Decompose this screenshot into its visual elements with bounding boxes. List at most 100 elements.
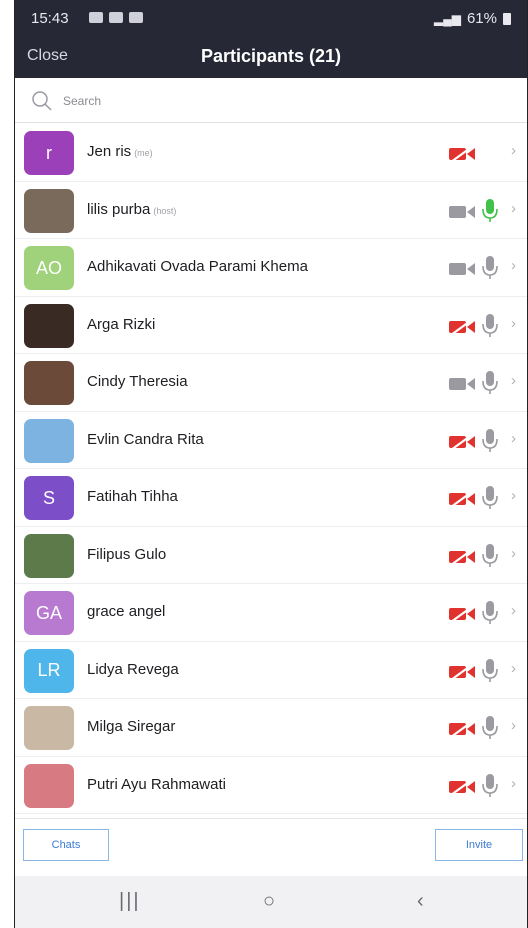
chevron-right-icon[interactable]: › [511, 257, 516, 274]
recent-apps-icon[interactable]: ||| [119, 890, 141, 913]
participant-row[interactable]: Putri Ayu Rahmawati › [15, 757, 527, 814]
video-icon [449, 263, 475, 275]
participant-name: grace angel [87, 603, 166, 620]
participant-role-tag: (host) [153, 205, 177, 216]
participant-name: lilis purba [87, 200, 151, 218]
app-frame: 15:43 ▂▄▆ 61% Close Participants (21) Se… [14, 0, 528, 928]
page-title: Participants (21) [200, 46, 342, 66]
video-off-icon [449, 605, 475, 623]
video-off-icon [449, 777, 475, 796]
participant-list: r Jen ris (me) › lilis purba (host) › AO Adhikav… [15, 124, 527, 814]
microphone-muted-icon [482, 428, 498, 452]
battery-icon [503, 12, 511, 25]
participant-row[interactable]: LR Lidya Revega › [15, 642, 527, 699]
avatar: r [24, 131, 74, 175]
avatar [24, 303, 74, 348]
participant-name: Evlin Candra Rita [87, 430, 204, 448]
chevron-right-icon[interactable]: › [511, 372, 516, 389]
back-icon[interactable]: ‹ [417, 890, 424, 913]
microphone-muted-icon [482, 486, 498, 509]
avatar [24, 763, 74, 808]
avatar [24, 533, 74, 578]
video-off-icon [449, 145, 475, 163]
participant-name: Cindy Theresia [87, 373, 188, 390]
chevron-right-icon[interactable]: › [511, 430, 516, 447]
search-icon [32, 91, 52, 111]
participant-name-container: Putri Ayu Rahmawati [87, 776, 226, 793]
avatar [24, 188, 74, 233]
avatar [24, 361, 74, 405]
video-off-icon [449, 547, 475, 566]
participant-name: Jen ris [87, 143, 132, 160]
participant-row[interactable]: Milga Siregar › [15, 699, 527, 757]
participant-name-container: Adhikavati Ovada Parami Khema [87, 258, 308, 275]
participant-row[interactable]: S Fatihah Tihha › [15, 469, 527, 527]
microphone-muted-icon [482, 773, 498, 797]
chevron-right-icon[interactable]: › [511, 660, 516, 677]
participant-row[interactable]: Arga Rizki › [15, 297, 527, 354]
video-icon [449, 378, 475, 390]
participant-name-container: Jen ris (me) [87, 143, 153, 160]
video-off-icon [449, 432, 475, 451]
bottom-toolbar: Chats Invite [15, 818, 527, 876]
participant-row[interactable]: Cindy Theresia › [15, 354, 527, 412]
participant-name: Adhikavati Ovada Parami Khema [87, 258, 308, 275]
status-time: 15:43 [31, 10, 69, 27]
chevron-right-icon[interactable]: › [511, 545, 516, 562]
video-notification-icon [109, 12, 123, 23]
participant-row[interactable]: Evlin Candra Rita › [15, 412, 527, 469]
microphone-muted-icon [482, 371, 498, 394]
invite-button[interactable]: Invite [435, 829, 523, 861]
chevron-right-icon[interactable]: › [511, 717, 516, 734]
participant-row[interactable]: Filipus Gulo › [15, 527, 527, 584]
chevron-right-icon[interactable]: › [511, 487, 516, 504]
video-off-icon [449, 662, 475, 681]
participant-name: Putri Ayu Rahmawati [87, 775, 226, 793]
chevron-right-icon[interactable]: › [511, 315, 516, 332]
chevron-right-icon[interactable]: › [511, 602, 516, 619]
search-bar[interactable]: Search [15, 78, 527, 123]
home-icon[interactable]: ○ [263, 890, 275, 913]
participant-name-container: Milga Siregar [87, 718, 175, 735]
participant-row[interactable]: AO Adhikavati Ovada Parami Khema › [15, 239, 527, 297]
participant-name-container: Cindy Theresia [87, 373, 188, 390]
participant-name-container: Fatihah Tihha [87, 488, 178, 505]
signal-icon: ▂▄▆ [434, 11, 461, 26]
microphone-muted-icon [482, 256, 498, 279]
participant-role-tag: (me) [134, 148, 153, 158]
participant-row[interactable]: r Jen ris (me) › [15, 124, 527, 182]
gallery-notification-icon [129, 12, 143, 23]
avatar: LR [24, 648, 74, 693]
chevron-right-icon[interactable]: › [511, 142, 516, 159]
video-off-icon [449, 720, 475, 738]
system-nav-bar: ||| ○ ‹ [15, 876, 527, 928]
avatar: GA [24, 591, 74, 635]
chevron-right-icon[interactable]: › [511, 200, 516, 217]
microphone-muted-icon [482, 543, 498, 567]
participant-name-container: Filipus Gulo [87, 546, 166, 563]
microphone-muted-icon [482, 601, 498, 624]
participant-name: Milga Siregar [87, 718, 176, 735]
participant-name-container: grace angel [87, 603, 165, 620]
participant-name: Fatihah Tihha [87, 488, 178, 505]
header-bar: Close Participants (21) [15, 36, 527, 78]
microphone-muted-icon [482, 658, 498, 682]
search-input[interactable]: Search [63, 94, 101, 108]
avatar: S [24, 476, 74, 520]
participant-row[interactable]: lilis purba (host) › [15, 182, 527, 239]
participant-name-container: Lidya Revega [87, 661, 179, 678]
chevron-right-icon[interactable]: › [511, 775, 516, 792]
participant-name-container: lilis purba (host) [87, 201, 176, 218]
participant-name: Lidya Revega [87, 660, 179, 678]
avatar [24, 706, 74, 750]
video-off-icon [449, 317, 475, 336]
status-right: ▂▄▆ 61% [434, 10, 511, 27]
microphone-active-icon [482, 198, 498, 222]
microphone-muted-icon [482, 716, 498, 739]
video-off-icon [449, 490, 475, 508]
participant-name-container: Arga Rizki [87, 316, 155, 333]
participant-row[interactable]: GA grace angel › [15, 584, 527, 642]
avatar [24, 418, 74, 463]
chats-button[interactable]: Chats [23, 829, 109, 861]
battery-level: 61% [466, 10, 497, 27]
